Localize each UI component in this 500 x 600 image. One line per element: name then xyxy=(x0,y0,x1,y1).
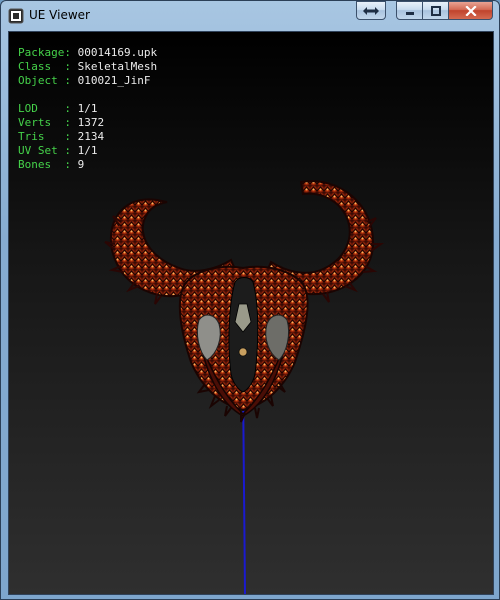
3d-viewport[interactable]: Package: 00014169.upk Class : SkeletalMe… xyxy=(8,31,494,595)
skeletal-mesh-render xyxy=(104,180,385,594)
swap-button[interactable] xyxy=(356,1,386,20)
maximize-icon xyxy=(430,5,441,16)
minimize-icon xyxy=(405,11,414,15)
caption-buttons xyxy=(356,1,493,21)
minimize-button[interactable] xyxy=(396,1,423,20)
center-ridge-dot xyxy=(238,347,248,357)
ue-viewer-window: UE Viewer Package: 00014169.upk Class: … xyxy=(0,0,500,600)
close-button[interactable] xyxy=(449,1,493,20)
swap-icon xyxy=(363,6,379,15)
title-bar[interactable]: UE Viewer xyxy=(1,1,499,31)
app-icon xyxy=(8,8,24,24)
close-icon xyxy=(464,5,477,16)
center-ridge xyxy=(228,277,259,393)
window-title: UE Viewer xyxy=(29,8,90,22)
maximize-button[interactable] xyxy=(423,1,449,20)
